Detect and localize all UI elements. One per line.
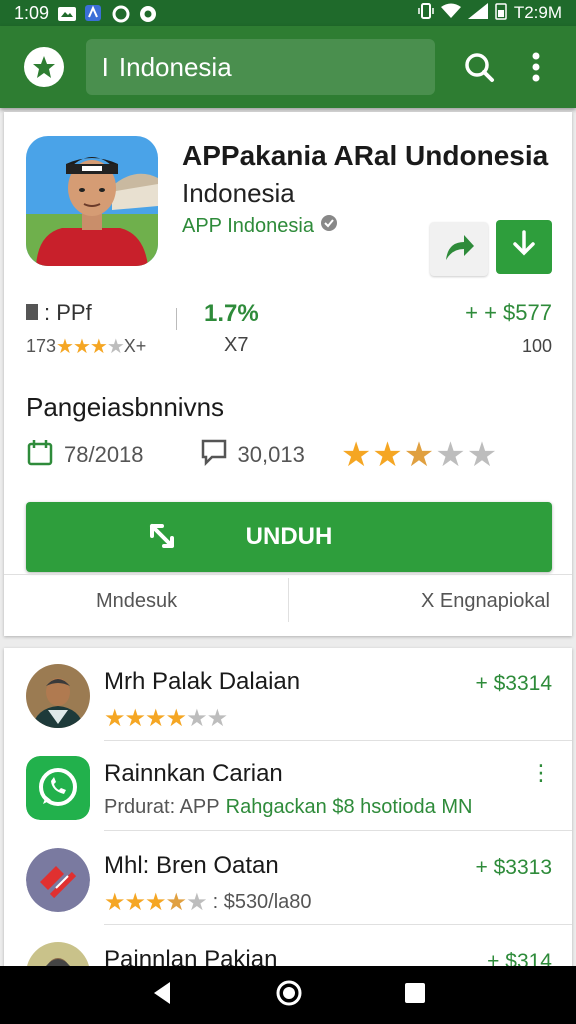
rating-stars: ★★★★★ (340, 436, 499, 474)
stat-left-tail: X+ (123, 336, 147, 356)
device-icon (26, 300, 38, 326)
calendar-icon (26, 438, 54, 472)
app-title: APPakania ARal Undonesia (182, 140, 549, 171)
download-primary-label: UNDUH (245, 523, 333, 550)
recents-icon[interactable] (404, 982, 426, 1009)
app-subtitle: Indonesia (182, 178, 295, 208)
search-text: Indonesia (118, 51, 232, 82)
stat-left-count: 173 (26, 336, 57, 356)
app-bar: I Indonesia (0, 26, 576, 108)
list-item-rating: ★★★★★ : $530/la80 (104, 889, 312, 916)
more-vert-icon[interactable] (514, 45, 558, 89)
comment-icon (200, 438, 228, 472)
list-item-extra: : $530/la80 (212, 891, 312, 913)
wifi-icon (440, 3, 461, 24)
status-bar: 1:09 T2:9M (0, 0, 576, 26)
download-icon (511, 229, 537, 265)
stat-right-sub: 100 (521, 336, 552, 356)
stat-left-rating: 173 ★★★★ X+ (26, 334, 146, 359)
divider (176, 308, 177, 330)
verified-icon (320, 214, 338, 238)
stat-right-value: + + $577 (465, 300, 552, 325)
battery-icon (495, 2, 507, 25)
camera-icon (139, 5, 157, 22)
list-item[interactable]: Rainnkan Carian Prdurat: APP Rahgackan $… (4, 740, 572, 832)
app-logo-icon[interactable] (24, 47, 64, 87)
search-cursor: I (101, 51, 109, 82)
list-item-price: + $3313 (475, 856, 553, 879)
vibrate-icon (418, 2, 434, 25)
whatsapp-icon (26, 756, 90, 820)
divider (104, 924, 572, 925)
list-item-subtitle-prefix: Prdurat: APP (104, 796, 220, 818)
list-item-subtitle: Prdurat: APP Rahgackan $8 hsotioda MN (104, 796, 472, 819)
list-item-title: Mhl: Bren Oatan (104, 852, 279, 879)
notification-icon (58, 5, 77, 21)
stat-left-label: : PPf (44, 300, 92, 325)
list-item-title: Rainnkan Carian (104, 760, 283, 787)
sync-icon (112, 5, 130, 23)
app-notification-icon (85, 5, 103, 21)
download-primary-button[interactable]: UNDUH (26, 502, 552, 572)
avatar (26, 664, 90, 728)
small-star-rating: ★★★★ (56, 336, 125, 358)
comments-text: 30,013 (237, 442, 305, 467)
back-icon[interactable] (150, 980, 174, 1011)
date-text: 78/2018 (64, 442, 144, 467)
stat-middle-value: 1.7% (204, 300, 259, 327)
meta-row: 78/2018 30,013 ★★★★★ (26, 436, 556, 474)
list-item[interactable]: Mrh Palak Dalaian ★★★★★★ + $3314 (4, 648, 572, 740)
status-clock-right: T2:9M (513, 3, 562, 22)
app-avatar-icon (26, 848, 90, 912)
app-detail-card: APPakania ARal Undonesia Indonesia APP I… (4, 112, 572, 636)
app-list-card: Mrh Palak Dalaian ★★★★★★ + $3314 Rainnka… (4, 648, 572, 978)
list-item-rating: ★★★★★★ (104, 705, 228, 732)
list-item-price: + $3314 (475, 672, 553, 695)
secondary-right-link[interactable]: X Engnapiokal (421, 590, 550, 613)
divider (104, 830, 572, 831)
date-meta: 78/2018 (26, 438, 144, 472)
stat-middle-sub: X7 (224, 334, 249, 356)
secondary-left-link[interactable]: Mndesuk (96, 590, 177, 613)
status-time: 1:09 (14, 2, 50, 23)
developer-link[interactable]: APP Indonesia (182, 214, 338, 238)
download-button[interactable] (496, 220, 552, 274)
list-item-subtitle-green: Rahgackan $8 hsotioda MN (225, 796, 473, 818)
comments-meta: 30,013 (200, 438, 305, 472)
list-item[interactable]: Mhl: Bren Oatan ★★★★★ : $530/la80 + $331… (4, 832, 572, 924)
developer-name: APP Indonesia (182, 214, 314, 237)
home-icon[interactable] (275, 979, 303, 1012)
app-icon-image (26, 136, 158, 266)
divider (4, 574, 572, 575)
list-item-title: Mrh Palak Dalaian (104, 668, 301, 695)
more-vert-icon[interactable]: ⋮ (530, 760, 552, 786)
search-input[interactable]: I Indonesia (85, 39, 435, 95)
stat-left: : PPf (26, 300, 92, 326)
section-title: Pangeiasbnnivns (26, 392, 225, 422)
expand-icon (146, 520, 180, 561)
signal-icon (467, 2, 488, 24)
divider (288, 578, 289, 622)
navigation-bar (0, 966, 576, 1024)
share-button[interactable] (430, 222, 488, 276)
search-icon[interactable] (457, 45, 501, 89)
share-icon (442, 232, 476, 267)
